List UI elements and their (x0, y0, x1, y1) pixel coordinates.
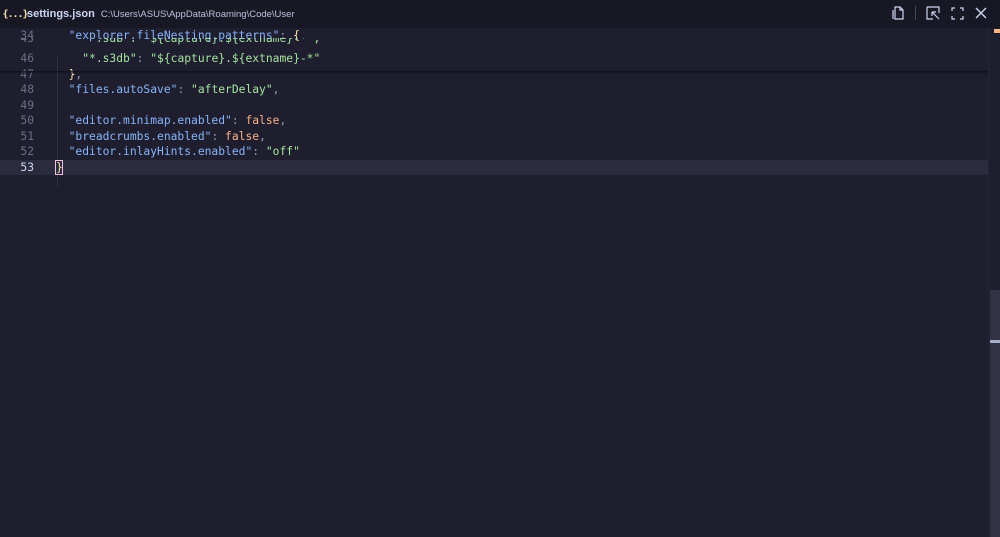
code-line[interactable]: 50 "editor.minimap.enabled": false, (0, 113, 988, 129)
open-file-icon[interactable] (891, 6, 905, 20)
code-line[interactable]: 45 "*.sdb": "${capture}.${extname}-*", (0, 38, 988, 46)
sticky-scroll-shadow (0, 71, 988, 74)
line-code: "editor.inlayHints.enabled": "off" (55, 144, 300, 160)
code-token: "off" (265, 145, 300, 158)
code-line[interactable]: 49 (0, 98, 988, 114)
code-token: "breadcrumbs.enabled" (68, 129, 212, 143)
code-token: "*.sdb": "${capture}.${extname}-*", (82, 38, 321, 45)
code-token: : (136, 51, 151, 65)
scrollbar-change-marker (994, 29, 1000, 33)
line-number: 49 (20, 98, 34, 112)
code-token: : (231, 114, 246, 127)
line-code: } (55, 159, 63, 176)
title-bar: {...} settings.json C:\Users\ASUS\AppDat… (0, 0, 1000, 28)
code-token: , (259, 129, 266, 143)
code-token: , (272, 82, 280, 96)
line-number: 52 (20, 145, 34, 158)
file-path: C:\Users\ASUS\AppData\Roaming\Code\User (100, 8, 295, 20)
vertical-scrollbar[interactable] (988, 28, 1000, 537)
line-code: "*.s3db": "${capture}.${extname}-*" (55, 51, 320, 67)
code-token: "files.autoSave" (68, 82, 178, 96)
line-number: 50 (20, 114, 34, 127)
editor-window: {...} settings.json C:\Users\ASUS\AppDat… (0, 0, 1000, 537)
code-line[interactable]: 47 }, (0, 67, 988, 83)
code-token: , (75, 67, 83, 81)
scrollbar-cursor-marker (990, 340, 1000, 343)
maximize-icon[interactable] (950, 6, 964, 20)
code-line[interactable]: 51 "breadcrumbs.enabled": false, (0, 129, 988, 145)
scrollbar-thumb[interactable] (990, 290, 1000, 537)
code-token: "afterDelay" (191, 82, 273, 96)
code-token: "${capture}.${extname}-*" (150, 51, 321, 65)
line-number: 53 (20, 160, 34, 174)
code-token: "editor.minimap.enabled" (68, 114, 232, 127)
text-cursor: } (55, 159, 63, 175)
code-token: : (177, 82, 192, 96)
code-token: false (225, 129, 260, 143)
line-code: "breadcrumbs.enabled": false, (55, 129, 266, 145)
line-number: 48 (20, 82, 34, 96)
line-number: 47 (20, 67, 34, 81)
line-code: }, (55, 67, 83, 83)
code-token: , (279, 114, 287, 127)
code-token: : (252, 145, 266, 158)
code-token: : (211, 129, 226, 143)
line-code: "files.autoSave": "afterDelay", (55, 82, 280, 98)
line-code: "editor.minimap.enabled": false, (55, 113, 287, 129)
file-name[interactable]: settings.json (27, 8, 95, 20)
code-token: "*.s3db" (82, 51, 137, 65)
code-line[interactable]: 52 "editor.inlayHints.enabled": "off" (0, 144, 988, 160)
code-line[interactable]: 53} (0, 159, 988, 176)
json-file-icon: {...} (2, 8, 28, 20)
toolbar-divider (915, 6, 916, 20)
code-token: false (245, 114, 280, 127)
code-editor[interactable]: 34 "explorer.fileNesting.patterns": {45 … (0, 28, 988, 537)
line-number: 46 (20, 51, 34, 65)
line-code: "*.sdb": "${capture}.${extname}-*", (55, 38, 320, 46)
close-icon[interactable] (974, 6, 988, 20)
line-number: 45 (20, 38, 34, 45)
line-number: 51 (20, 129, 34, 143)
title-actions (891, 6, 988, 20)
code-line[interactable]: 46 "*.s3db": "${capture}.${extname}-*" (0, 51, 988, 67)
code-token: "editor.inlayHints.enabled" (68, 145, 253, 158)
open-preview-icon[interactable] (926, 6, 940, 20)
code-line[interactable]: 48 "files.autoSave": "afterDelay", (0, 82, 988, 98)
